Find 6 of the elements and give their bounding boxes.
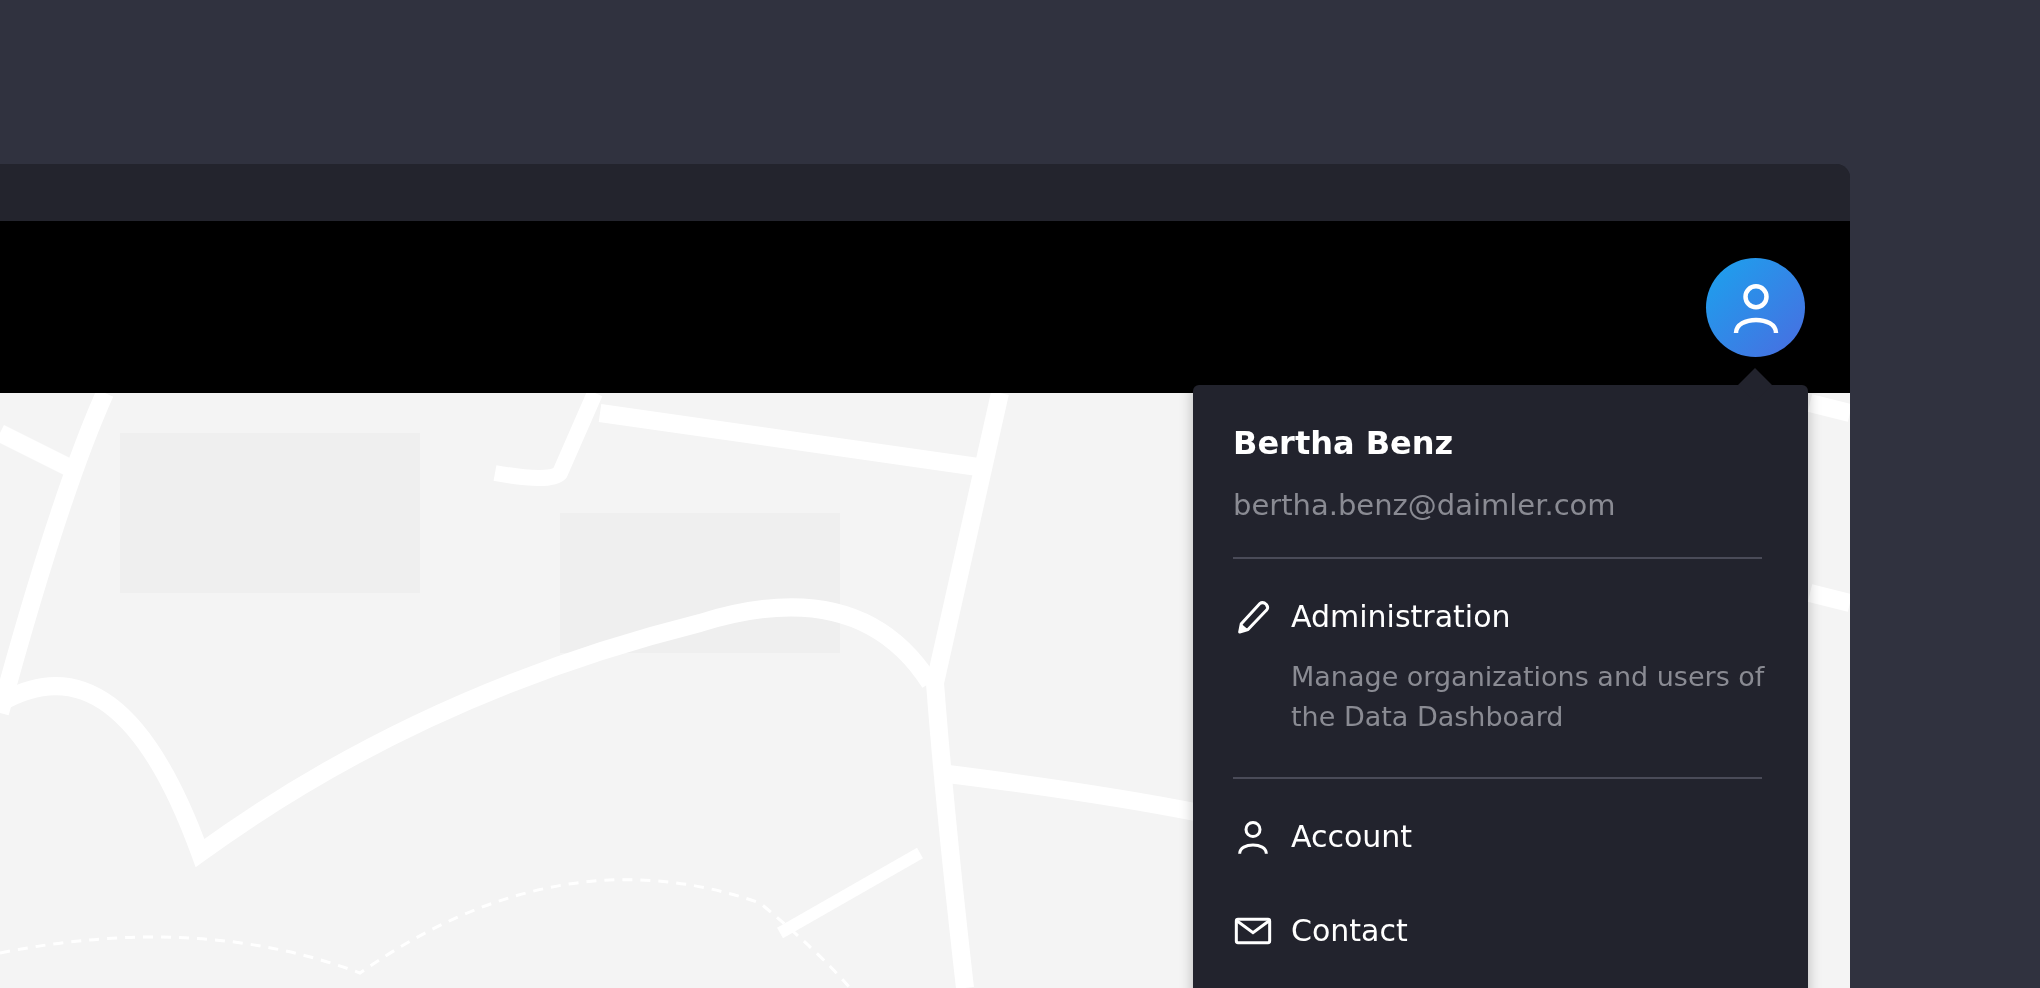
menu-link[interactable]: Administration — [1291, 597, 1511, 637]
menu-description: Manage organizations and users of the Data Dashboard — [1291, 660, 1766, 734]
user-email: bertha.benz@daimler.com — [1233, 487, 1617, 524]
user-name: Bertha Benz — [1233, 423, 1455, 464]
menu-link[interactable]: Account — [1291, 817, 1413, 857]
menu-link[interactable]: Contact — [1291, 911, 1408, 951]
